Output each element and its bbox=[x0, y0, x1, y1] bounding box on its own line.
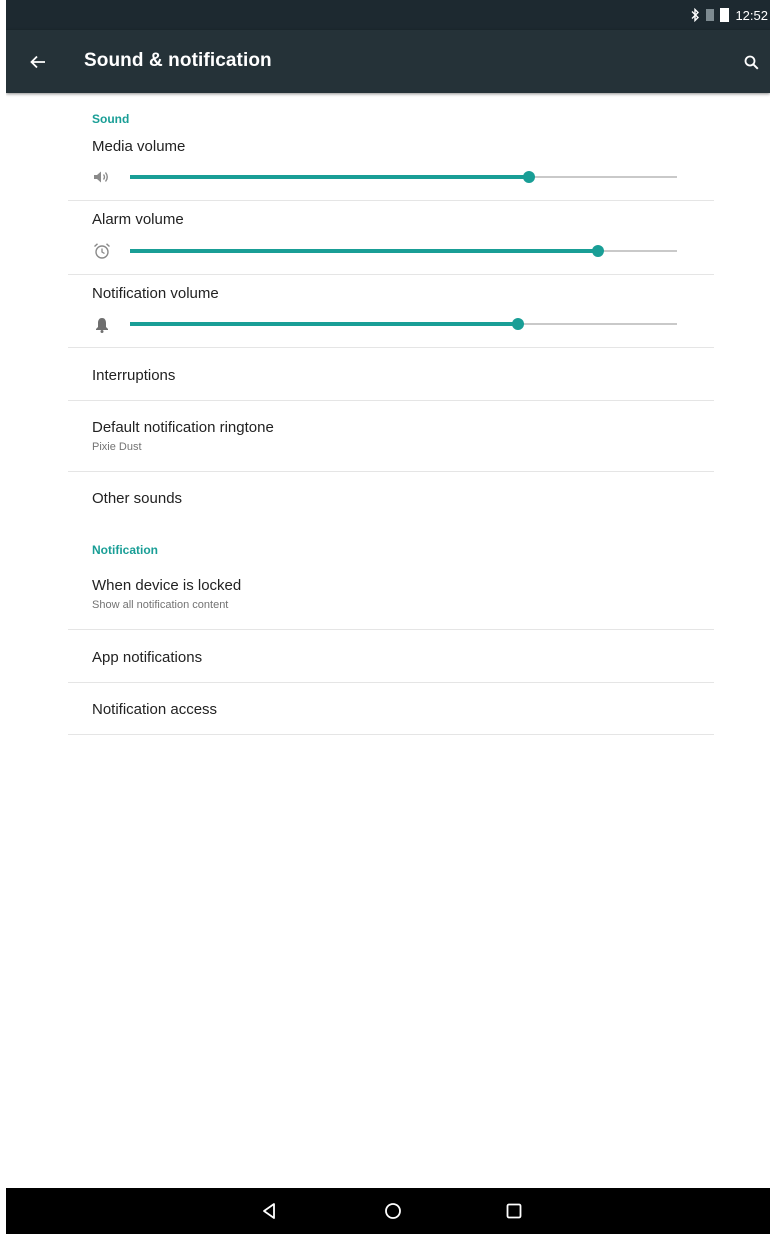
alarm-clock-icon bbox=[92, 241, 112, 261]
other-sounds-label: Other sounds bbox=[92, 490, 183, 507]
divider bbox=[68, 682, 714, 683]
divider bbox=[68, 400, 714, 401]
slider-thumb[interactable] bbox=[523, 171, 536, 183]
alarm-volume-slider[interactable] bbox=[130, 245, 677, 257]
search-button[interactable] bbox=[739, 50, 763, 74]
section-header-notification: Notification bbox=[92, 543, 158, 557]
search-icon bbox=[744, 55, 759, 70]
app-notifications-label: App notifications bbox=[92, 649, 203, 666]
slider-fill bbox=[130, 322, 519, 326]
slider-thumb[interactable] bbox=[591, 245, 604, 257]
media-volume-slider[interactable] bbox=[130, 171, 677, 183]
status-time: 12:52 bbox=[735, 7, 768, 23]
interruptions-label: Interruptions bbox=[92, 367, 176, 384]
divider bbox=[68, 200, 714, 201]
media-volume-label: Media volume bbox=[92, 138, 186, 155]
speaker-icon bbox=[92, 167, 112, 187]
ringtone-label: Default notification ringtone bbox=[92, 419, 274, 436]
alarm-volume-label: Alarm volume bbox=[92, 211, 184, 228]
status-icons: 12:52 bbox=[690, 0, 770, 30]
notification-access-label: Notification access bbox=[92, 701, 218, 718]
divider bbox=[68, 629, 714, 630]
bluetooth-icon bbox=[690, 8, 700, 22]
slider-fill bbox=[130, 249, 598, 253]
bell-icon bbox=[92, 315, 112, 335]
nav-home-icon bbox=[385, 1203, 401, 1219]
divider bbox=[68, 734, 714, 735]
back-button[interactable] bbox=[24, 48, 52, 76]
arrow-back-icon bbox=[30, 55, 45, 69]
app-bar: Sound & notification bbox=[6, 30, 770, 93]
locked-label: When device is locked bbox=[92, 577, 242, 594]
slider-fill bbox=[130, 175, 530, 179]
nav-back-icon bbox=[263, 1203, 275, 1219]
section-header-sound: Sound bbox=[92, 112, 130, 126]
navigation-bar bbox=[6, 1188, 770, 1234]
divider bbox=[68, 471, 714, 472]
status-bar: 12:52 bbox=[6, 0, 770, 30]
page-title: Sound & notification bbox=[84, 50, 272, 71]
screen: 12:52 Sound & notification Sound Media v… bbox=[6, 0, 770, 1234]
nav-recents-icon bbox=[506, 1203, 522, 1219]
divider bbox=[68, 347, 714, 348]
notification-volume-slider[interactable] bbox=[130, 318, 677, 330]
slider-thumb[interactable] bbox=[512, 318, 525, 330]
locked-summary: Show all notification content bbox=[92, 599, 229, 611]
nav-home-button[interactable] bbox=[383, 1201, 403, 1221]
nav-back-button[interactable] bbox=[260, 1201, 280, 1221]
battery-icon bbox=[720, 8, 730, 22]
signal-icon bbox=[706, 9, 715, 21]
ringtone-summary: Pixie Dust bbox=[92, 441, 142, 453]
notification-volume-label: Notification volume bbox=[92, 285, 219, 302]
nav-recents-button[interactable] bbox=[504, 1201, 524, 1221]
divider bbox=[68, 274, 714, 275]
